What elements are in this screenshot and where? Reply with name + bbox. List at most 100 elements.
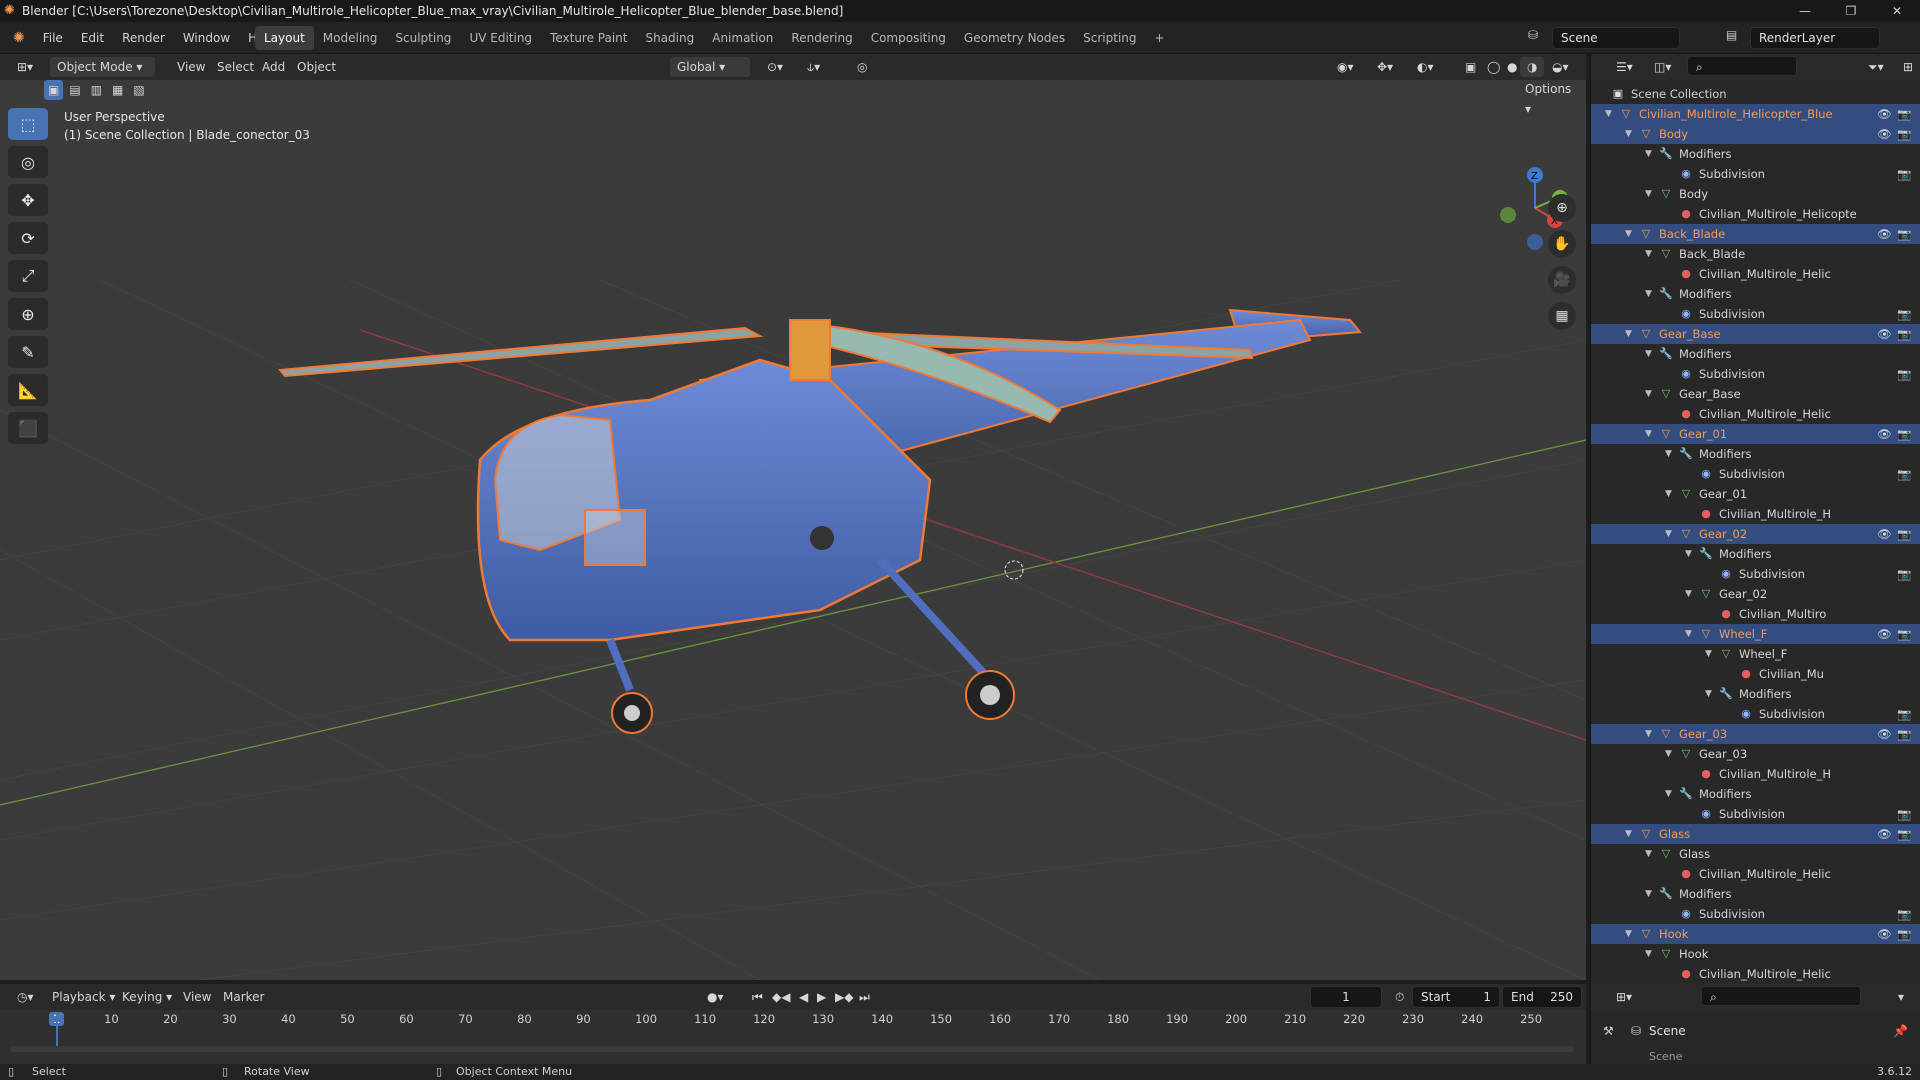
cursor-icon[interactable]: ◎: [8, 146, 48, 178]
visibility-eye-icon[interactable]: 👁: [1877, 524, 1892, 544]
current-frame-field[interactable]: 1: [1310, 986, 1382, 1008]
record-icon[interactable]: ●▾: [700, 987, 731, 1007]
maximize-button[interactable]: ❐: [1828, 0, 1874, 22]
clock-icon[interactable]: ⏱: [1388, 987, 1411, 1007]
menu-select[interactable]: Select: [210, 57, 261, 77]
menu-timeline-view[interactable]: View: [176, 987, 218, 1007]
helicopter-model[interactable]: [278, 308, 1362, 734]
outliner-search[interactable]: ⌕: [1687, 56, 1797, 76]
tab-layout[interactable]: Layout: [255, 26, 314, 50]
editor-type-icon[interactable]: ⊞▾: [10, 57, 40, 77]
outliner-row[interactable]: ● Civilian_Multirole_H: [1591, 504, 1920, 524]
zoom-icon[interactable]: ⊕: [1548, 194, 1576, 222]
tab-scripting[interactable]: Scripting: [1074, 26, 1145, 50]
properties-options-icon[interactable]: ▾: [1891, 987, 1911, 1007]
pin-icon[interactable]: 📌: [1893, 1024, 1908, 1038]
outliner-row[interactable]: ● Civilian_Multiro: [1591, 604, 1920, 624]
menu-window[interactable]: Window: [174, 31, 239, 45]
outliner-row[interactable]: ◉ Subdivision 📷: [1591, 364, 1920, 384]
expand-arrow-icon[interactable]: ▼: [1645, 144, 1652, 164]
outliner-row[interactable]: ● Civilian_Multirole_H: [1591, 764, 1920, 784]
visibility-eye-icon[interactable]: 👁: [1877, 424, 1892, 444]
expand-arrow-icon[interactable]: ▼: [1605, 104, 1612, 124]
outliner-row[interactable]: ▼ ▽ Gear_Base 👁 📷: [1591, 324, 1920, 344]
render-camera-icon[interactable]: 📷: [1897, 804, 1911, 824]
outliner-editor-icon[interactable]: ☰▾: [1609, 57, 1640, 77]
outliner-row[interactable]: ◉ Subdivision 📷: [1591, 704, 1920, 724]
visibility-eye-icon[interactable]: 👁: [1877, 104, 1892, 124]
expand-arrow-icon[interactable]: ▼: [1685, 544, 1692, 564]
3d-viewport[interactable]: Z X Y User Perspective (1) Scene Collect…: [0, 80, 1586, 980]
menu-file[interactable]: File: [34, 31, 72, 45]
outliner-row[interactable]: ● Civilian_Multirole_Helic: [1591, 404, 1920, 424]
tab-geometry-nodes[interactable]: Geometry Nodes: [955, 26, 1074, 50]
gizmo-toggle-icon[interactable]: ✥▾: [1370, 57, 1400, 77]
scene-selector[interactable]: Scene: [1552, 27, 1680, 49]
options-button[interactable]: Options ▾: [1518, 80, 1586, 116]
render-camera-icon[interactable]: 📷: [1897, 824, 1911, 844]
outliner-row[interactable]: ▼ 🔧 Modifiers: [1591, 544, 1920, 564]
select-subtract-icon[interactable]: ▥: [86, 80, 107, 100]
outliner-row[interactable]: ▼ ▽ Body 👁 📷: [1591, 124, 1920, 144]
outliner-row[interactable]: ◉ Subdivision 📷: [1591, 164, 1920, 184]
outliner-root-row[interactable]: ▣ Scene Collection: [1591, 84, 1920, 104]
outliner-row[interactable]: ● Civilian_Mu: [1591, 664, 1920, 684]
expand-arrow-icon[interactable]: ▼: [1645, 184, 1652, 204]
material-shading-icon[interactable]: ◑: [1520, 57, 1545, 77]
render-camera-icon[interactable]: 📷: [1897, 524, 1911, 544]
expand-arrow-icon[interactable]: ▼: [1665, 784, 1672, 804]
outliner-row[interactable]: ◉ Subdivision 📷: [1591, 564, 1920, 584]
tab-compositing[interactable]: Compositing: [862, 26, 955, 50]
tab-modeling[interactable]: Modeling: [314, 26, 387, 50]
select-new-icon[interactable]: ▣: [44, 80, 64, 100]
tab-texture-paint[interactable]: Texture Paint: [541, 26, 636, 50]
render-camera-icon[interactable]: 📷: [1897, 924, 1911, 944]
close-button[interactable]: ✕: [1874, 0, 1920, 22]
expand-arrow-icon[interactable]: ▼: [1665, 524, 1672, 544]
renderlayer-selector[interactable]: RenderLayer: [1750, 27, 1880, 49]
display-mode-icon[interactable]: ◫▾: [1647, 57, 1678, 77]
outliner-row[interactable]: ▼ ▽ Gear_03: [1591, 744, 1920, 764]
outliner-row[interactable]: ◉ Subdivision 📷: [1591, 464, 1920, 484]
expand-arrow-icon[interactable]: ▼: [1645, 284, 1652, 304]
expand-arrow-icon[interactable]: ▼: [1645, 384, 1652, 404]
timeline-editor-icon[interactable]: ◷▾: [10, 987, 41, 1007]
jump-end-icon[interactable]: ⏭: [852, 987, 877, 1007]
visibility-eye-icon[interactable]: 👁: [1877, 924, 1892, 944]
outliner-row[interactable]: ▼ 🔧 Modifiers: [1591, 344, 1920, 364]
outliner-row[interactable]: ▼ ▽ Gear_02 👁 📷: [1591, 524, 1920, 544]
menu-render[interactable]: Render: [113, 31, 174, 45]
rotate-icon[interactable]: ⟳: [8, 222, 48, 254]
render-camera-icon[interactable]: 📷: [1897, 104, 1911, 124]
render-camera-icon[interactable]: 📷: [1897, 324, 1911, 344]
expand-arrow-icon[interactable]: ▼: [1625, 224, 1632, 244]
outliner-row[interactable]: ▼ ▽ Civilian_Multirole_Helicopter_Blue 👁 📷: [1591, 104, 1920, 124]
visibility-eye-icon[interactable]: 👁: [1877, 324, 1892, 344]
outliner-row[interactable]: ▼ ▽ Hook: [1591, 944, 1920, 964]
outliner-row[interactable]: ● Civilian_Multirole_Helic: [1591, 964, 1920, 984]
menu-keying[interactable]: Keying ▾: [115, 987, 179, 1007]
filter-icon[interactable]: ⏷▾: [1861, 57, 1891, 77]
select-box-icon[interactable]: ⬚: [8, 108, 48, 140]
overlay-toggle-icon[interactable]: ◐▾: [1410, 57, 1441, 77]
add-cube-icon[interactable]: ⬛: [8, 412, 48, 444]
menu-view[interactable]: View: [170, 57, 212, 77]
expand-arrow-icon[interactable]: ▼: [1685, 584, 1692, 604]
end-frame-field[interactable]: End 250: [1502, 986, 1582, 1008]
transform-icon[interactable]: ⊕: [8, 298, 48, 330]
select-intersect-icon[interactable]: ▧: [129, 80, 149, 100]
expand-arrow-icon[interactable]: ▼: [1625, 324, 1632, 344]
pivot-icon[interactable]: ⊙▾: [760, 57, 790, 77]
visibility-eye-icon[interactable]: 👁: [1877, 224, 1892, 244]
add-workspace-button[interactable]: +: [1146, 26, 1174, 50]
outliner-row[interactable]: ▼ ▽ Hook 👁 📷: [1591, 924, 1920, 944]
outliner-row[interactable]: ● Civilian_Multirole_Helic: [1591, 264, 1920, 284]
outliner-row[interactable]: ▼ ▽ Glass: [1591, 844, 1920, 864]
rendered-shading-icon[interactable]: ◒▾: [1545, 57, 1576, 77]
snap-icon[interactable]: ⫝▾: [800, 57, 827, 77]
outliner-row[interactable]: ▼ ▽ Gear_03 👁 📷: [1591, 724, 1920, 744]
outliner-row[interactable]: ▼ ▽ Body: [1591, 184, 1920, 204]
scale-icon[interactable]: ⤢: [8, 260, 48, 292]
outliner-row[interactable]: ▼ ▽ Wheel_F 👁 📷: [1591, 624, 1920, 644]
menu-playback[interactable]: Playback ▾: [45, 987, 122, 1007]
